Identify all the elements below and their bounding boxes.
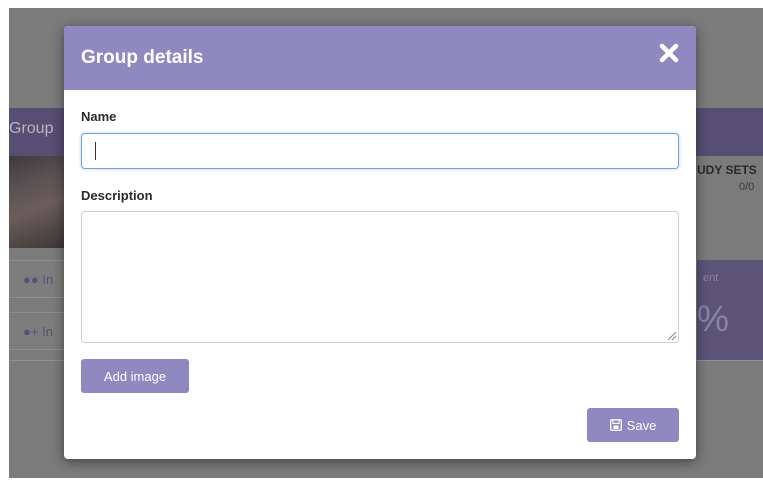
description-label: Description (81, 188, 153, 203)
name-input[interactable] (81, 133, 679, 169)
background-invite-user-button: ●+ In (9, 312, 69, 350)
modal-title: Group details (81, 47, 204, 68)
background-stat-value: % (697, 298, 730, 339)
background-stat-card: ent % (697, 260, 763, 360)
close-button[interactable] (658, 42, 680, 64)
save-label: Save (626, 417, 657, 433)
group-details-modal: Group details Name Description Add image… (64, 26, 696, 459)
close-icon (659, 43, 679, 63)
background-group-photo (9, 156, 69, 248)
users-icon: ●● (23, 272, 39, 287)
floppy-disk-icon (609, 419, 622, 431)
background-invite-button: ●● In (9, 260, 69, 298)
background-study-sets-label: UDY SETS (697, 163, 757, 177)
background-study-sets-count: 0/0 (739, 181, 755, 193)
add-image-button[interactable]: Add image (81, 359, 189, 393)
text-cursor (95, 142, 96, 160)
modal-header: Group details (64, 26, 696, 90)
background-button-label: In (42, 272, 54, 287)
description-textarea[interactable] (81, 211, 679, 343)
background-button-label: In (42, 324, 53, 339)
background-group-label: Group (9, 120, 54, 137)
name-label: Name (81, 109, 117, 124)
background-stat-label: ent (703, 272, 719, 284)
user-plus-icon: ●+ (23, 324, 39, 339)
save-button[interactable]: Save (587, 408, 679, 442)
resize-grip-icon[interactable] (667, 331, 677, 341)
